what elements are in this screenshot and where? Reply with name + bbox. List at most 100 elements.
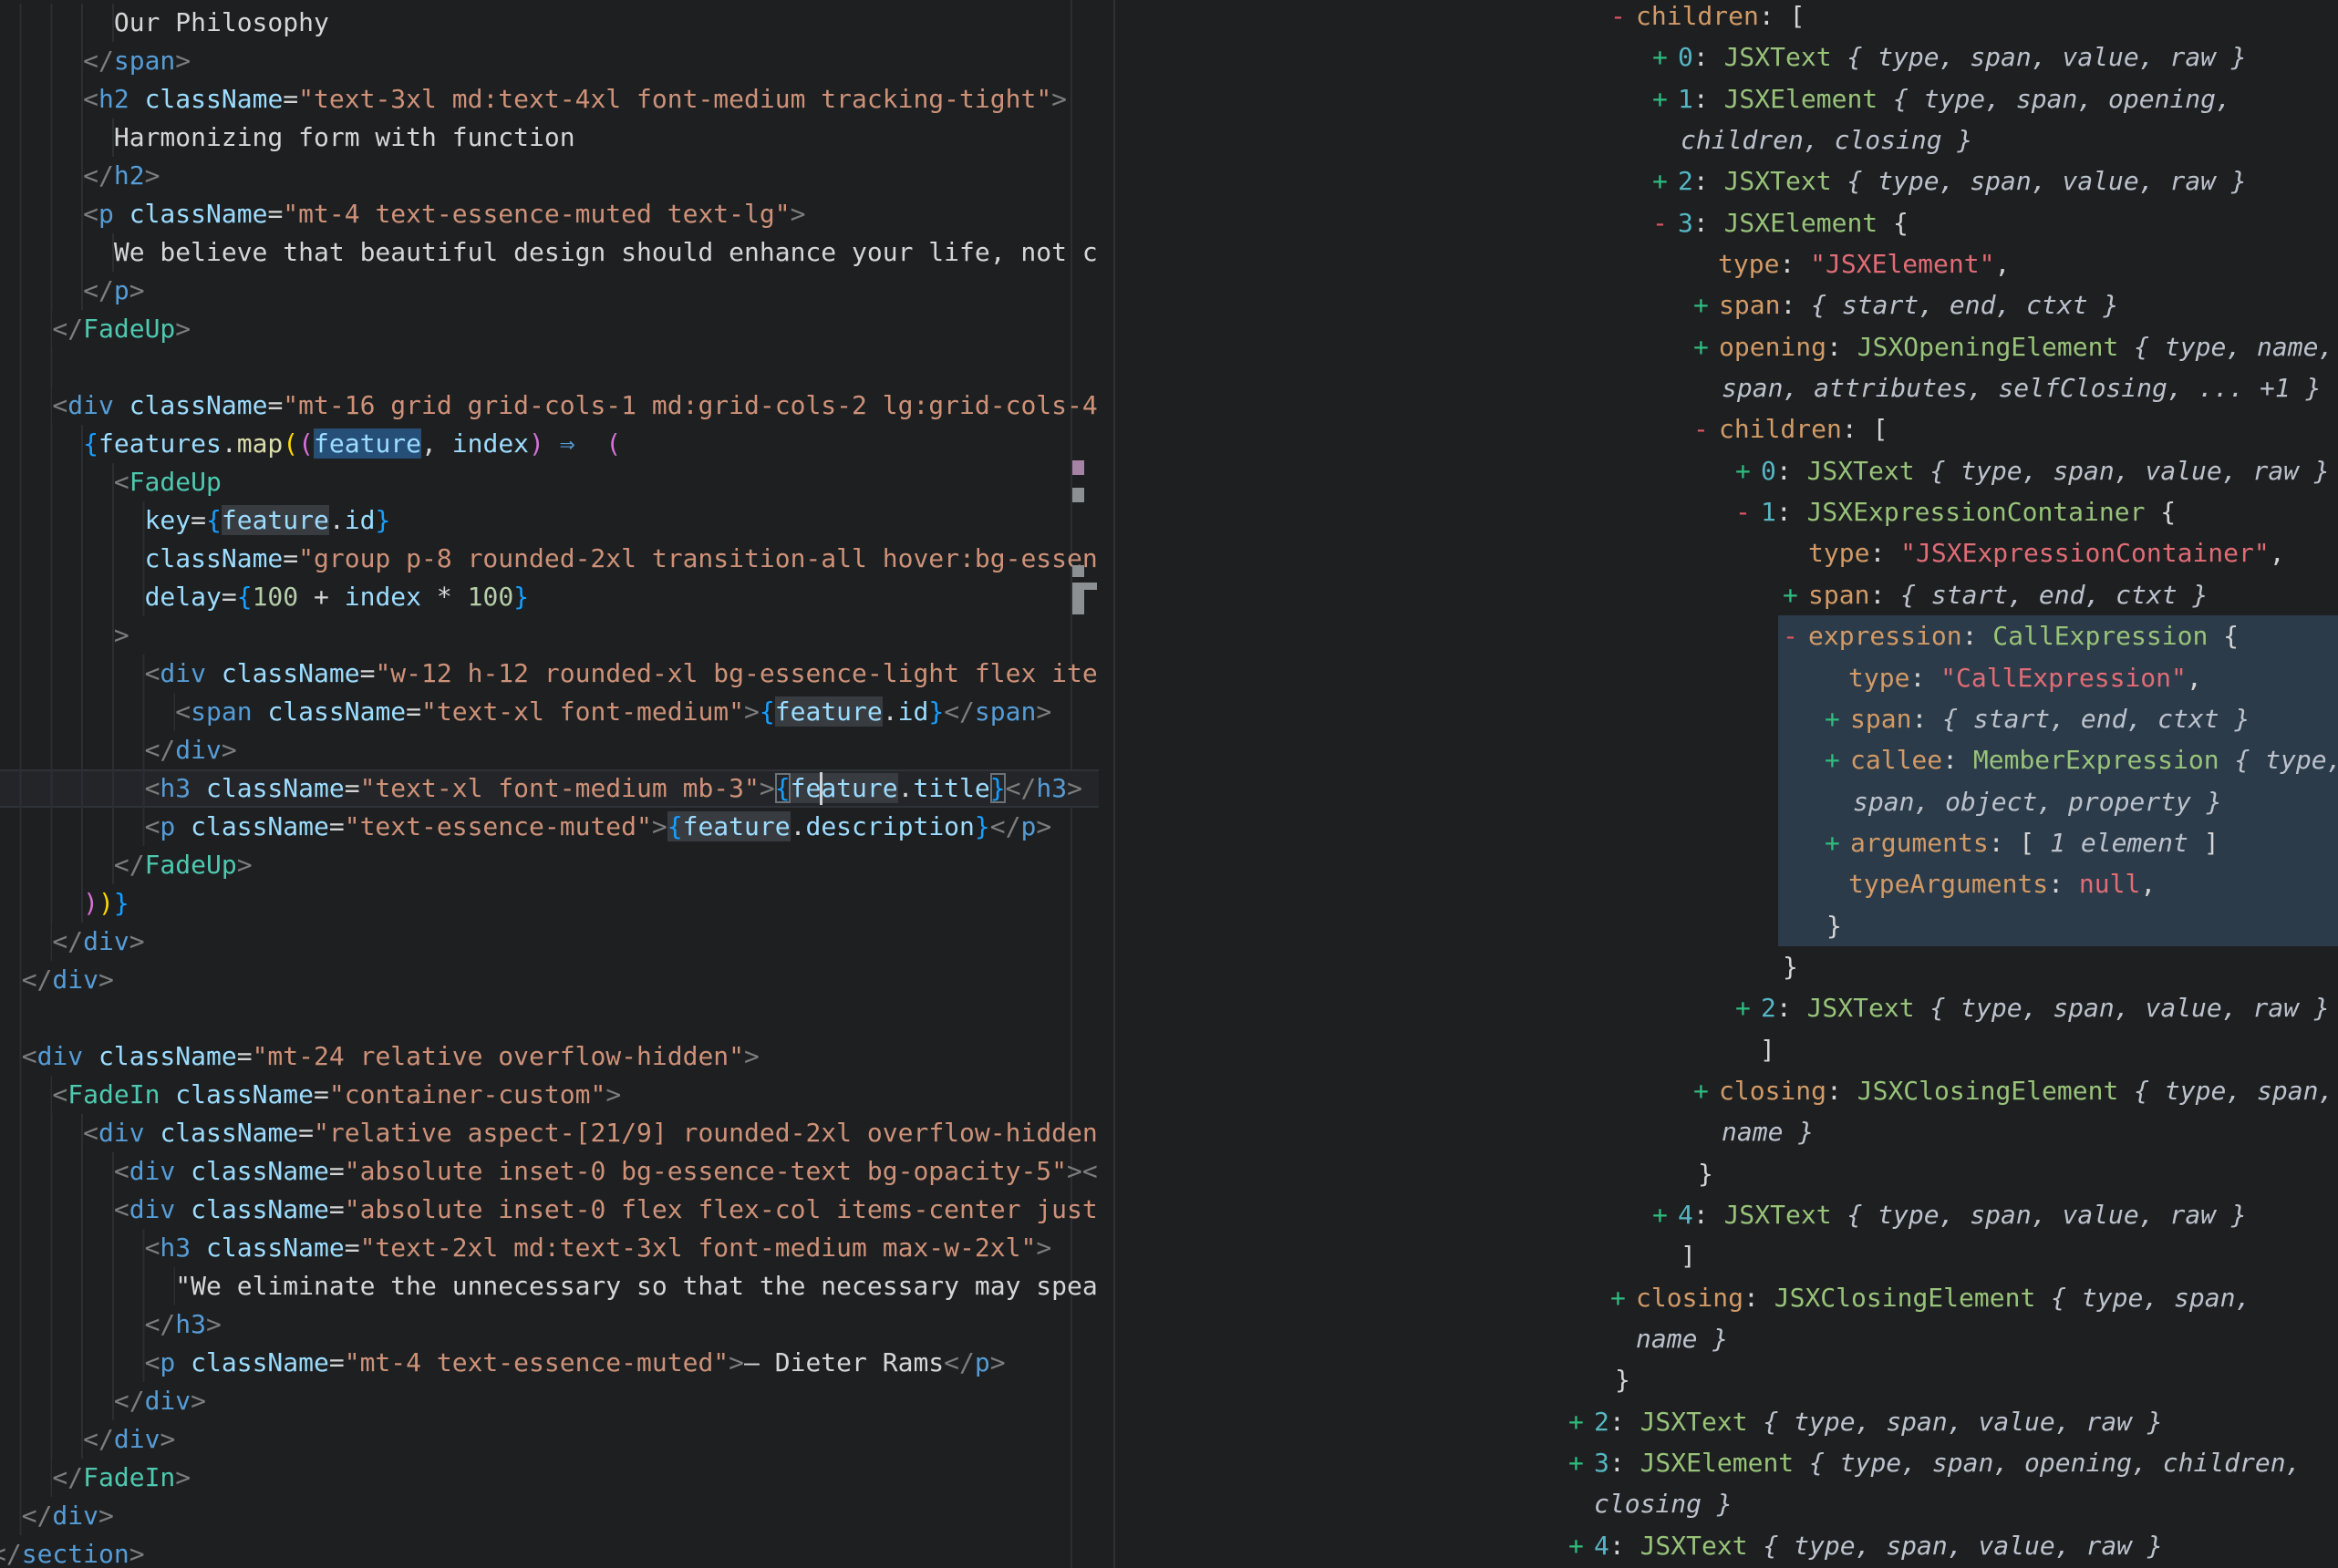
code-line[interactable]: </h2> xyxy=(0,157,1099,195)
ast-node-row-selected[interactable]: } xyxy=(1115,905,2338,946)
code-line[interactable]: <h2 className="text-3xl md:text-4xl font… xyxy=(0,80,1099,119)
code-line-current[interactable]: <h3 className="text-xl font-medium mb-3"… xyxy=(0,769,1099,808)
ast-node-row[interactable]: -children: [ xyxy=(1115,0,2338,36)
ast-node-row[interactable]: name } xyxy=(1115,1318,2338,1359)
expand-node-icon[interactable]: + xyxy=(1568,1525,1594,1566)
ast-node-row[interactable]: ] xyxy=(1115,1029,2338,1070)
expand-node-icon[interactable]: + xyxy=(1735,987,1761,1028)
collapse-node-icon[interactable]: - xyxy=(1652,202,1678,243)
expand-node-icon[interactable]: + xyxy=(1693,326,1719,367)
ast-node-row[interactable]: +2: JSXText { type, span, value, raw } xyxy=(1115,1401,2338,1442)
code-line[interactable]: <FadeIn className="container-custom"> xyxy=(0,1076,1099,1114)
collapse-node-icon[interactable]: - xyxy=(1693,408,1719,449)
code-line[interactable]: <p className="text-essence-muted">{featu… xyxy=(0,808,1099,846)
ast-node-row[interactable]: -1: JSXExpressionContainer { xyxy=(1115,491,2338,532)
code-line[interactable]: </div> xyxy=(0,1420,1099,1459)
ast-node-row[interactable]: -3: JSXElement { xyxy=(1115,202,2338,243)
ast-node-row[interactable]: } xyxy=(1115,1359,2338,1400)
ast-node-row[interactable]: type: "JSXExpressionContainer", xyxy=(1115,532,2338,573)
expand-node-icon[interactable]: + xyxy=(1693,284,1719,325)
ast-node-row[interactable]: +0: JSXText { type, span, value, raw } xyxy=(1115,450,2338,491)
expand-node-icon[interactable]: + xyxy=(1652,78,1678,119)
expand-node-icon[interactable]: + xyxy=(1610,1277,1636,1318)
code-line[interactable]: <div className="absolute inset-0 flex fl… xyxy=(0,1191,1099,1229)
code-line[interactable]: </FadeUp> xyxy=(0,846,1099,884)
ast-node-row-selected[interactable]: +callee: MemberExpression { type, xyxy=(1115,739,2338,780)
code-line[interactable]: </p> xyxy=(0,272,1099,310)
code-line[interactable]: We believe that beautiful design should … xyxy=(0,233,1099,272)
code-line[interactable]: <div className="absolute inset-0 bg-esse… xyxy=(0,1152,1099,1191)
code-line[interactable]: </div> xyxy=(0,1497,1099,1535)
code-line[interactable]: </h3> xyxy=(0,1305,1099,1344)
ast-node-row[interactable]: +opening: JSXOpeningElement { type, name… xyxy=(1115,326,2338,367)
code-line[interactable]: </div> xyxy=(0,961,1099,999)
ast-node-row[interactable]: span, attributes, selfClosing, ... +1 } xyxy=(1115,367,2338,408)
code-line[interactable]: <FadeUp xyxy=(0,463,1099,501)
ast-node-row-selected[interactable]: span, object, property } xyxy=(1115,781,2338,822)
ast-node-row-selected[interactable]: typeArguments: null, xyxy=(1115,863,2338,904)
code-line[interactable]: <p className="mt-4 text-essence-muted te… xyxy=(0,195,1099,233)
ast-node-row-selected[interactable]: -expression: CallExpression { xyxy=(1115,615,2338,656)
code-line[interactable]: > xyxy=(0,616,1099,655)
expand-node-icon[interactable]: + xyxy=(1783,574,1808,615)
ast-node-row[interactable]: +2: JSXText { type, span, value, raw } xyxy=(1115,987,2338,1028)
ast-node-row[interactable]: +closing: JSXClosingElement { type, span… xyxy=(1115,1277,2338,1318)
expand-node-icon[interactable]: + xyxy=(1693,1070,1719,1111)
ast-node-row[interactable]: ] xyxy=(1115,1235,2338,1276)
code-line[interactable]: <span className="text-xl font-medium">{f… xyxy=(0,693,1099,731)
code-line[interactable]: <h3 className="text-2xl md:text-3xl font… xyxy=(0,1229,1099,1267)
ast-node-row-selected[interactable]: type: "CallExpression", xyxy=(1115,657,2338,698)
code-line[interactable]: </section> xyxy=(0,1535,1099,1568)
code-line[interactable]: className="group p-8 rounded-2xl transit… xyxy=(0,540,1099,578)
ast-node-row-selected[interactable]: +arguments: [ 1 element ] xyxy=(1115,822,2338,863)
ast-node-row[interactable]: +4: JSXText { type, span, value, raw } xyxy=(1115,1525,2338,1566)
expand-node-icon[interactable]: + xyxy=(1652,160,1678,201)
ast-node-row[interactable]: +closing: JSXClosingElement { type, span… xyxy=(1115,1070,2338,1111)
code-line[interactable]: </div> xyxy=(0,731,1099,769)
code-line[interactable]: <div className="relative aspect-[21/9] r… xyxy=(0,1114,1099,1152)
expand-node-icon[interactable]: + xyxy=(1825,822,1850,863)
expand-node-icon[interactable]: + xyxy=(1825,698,1850,739)
ast-node-row[interactable]: } xyxy=(1115,1153,2338,1194)
code-line[interactable]: delay={100 + index * 100} xyxy=(0,578,1099,616)
collapse-node-icon[interactable]: - xyxy=(1735,491,1761,532)
code-line[interactable]: </span> xyxy=(0,42,1099,80)
code-line[interactable]: Our Philosophy xyxy=(0,4,1099,42)
expand-node-icon[interactable]: + xyxy=(1652,1194,1678,1235)
code-line[interactable]: <p className="mt-4 text-essence-muted">—… xyxy=(0,1344,1099,1382)
code-line[interactable]: <div className="mt-16 grid grid-cols-1 m… xyxy=(0,387,1099,425)
code-line[interactable]: "We eliminate the unnecessary so that th… xyxy=(0,1267,1099,1305)
expand-node-icon[interactable]: + xyxy=(1652,36,1678,77)
ast-node-row[interactable]: } xyxy=(1115,946,2338,987)
code-line[interactable]: <div className="mt-24 relative overflow-… xyxy=(0,1037,1099,1076)
code-line[interactable] xyxy=(0,999,1099,1037)
ast-node-row[interactable]: +span: { start, end, ctxt } xyxy=(1115,284,2338,325)
ast-node-row[interactable]: +2: JSXText { type, span, value, raw } xyxy=(1115,160,2338,201)
expand-node-icon[interactable]: + xyxy=(1825,739,1850,780)
ast-node-row[interactable]: +3: JSXElement { type, span, opening, ch… xyxy=(1115,1442,2338,1483)
ast-node-row[interactable]: +0: JSXText { type, span, value, raw } xyxy=(1115,36,2338,77)
code-line[interactable]: </FadeIn> xyxy=(0,1459,1099,1497)
ast-tree-pane[interactable]: -children: [+0: JSXText { type, span, va… xyxy=(1115,0,2338,1568)
ast-node-row[interactable]: -children: [ xyxy=(1115,408,2338,449)
ast-node-row[interactable]: type: "JSXElement", xyxy=(1115,243,2338,284)
expand-node-icon[interactable]: + xyxy=(1568,1442,1594,1483)
ast-node-row[interactable]: children, closing } xyxy=(1115,119,2338,160)
ast-node-row-selected[interactable]: +span: { start, end, ctxt } xyxy=(1115,698,2338,739)
ast-node-row[interactable]: closing } xyxy=(1115,1483,2338,1524)
code-line[interactable]: <div className="w-12 h-12 rounded-xl bg-… xyxy=(0,655,1099,693)
code-line[interactable]: </div> xyxy=(0,923,1099,961)
code-line[interactable]: key={feature.id} xyxy=(0,501,1099,540)
pane-divider[interactable] xyxy=(1113,0,1115,1568)
expand-node-icon[interactable]: + xyxy=(1568,1401,1594,1442)
ast-node-row[interactable]: +span: { start, end, ctxt } xyxy=(1115,574,2338,615)
code-line[interactable]: ))} xyxy=(0,884,1099,923)
code-line[interactable]: {features.map((feature, index) ⇒ ( xyxy=(0,425,1099,463)
collapse-node-icon[interactable]: - xyxy=(1783,615,1808,656)
code-line[interactable] xyxy=(0,348,1099,387)
collapse-node-icon[interactable]: - xyxy=(1610,0,1636,36)
expand-node-icon[interactable]: + xyxy=(1735,450,1761,491)
code-line[interactable]: </FadeUp> xyxy=(0,310,1099,348)
ast-node-row[interactable]: +1: JSXElement { type, span, opening, xyxy=(1115,78,2338,119)
code-line[interactable]: Harmonizing form with function xyxy=(0,119,1099,157)
